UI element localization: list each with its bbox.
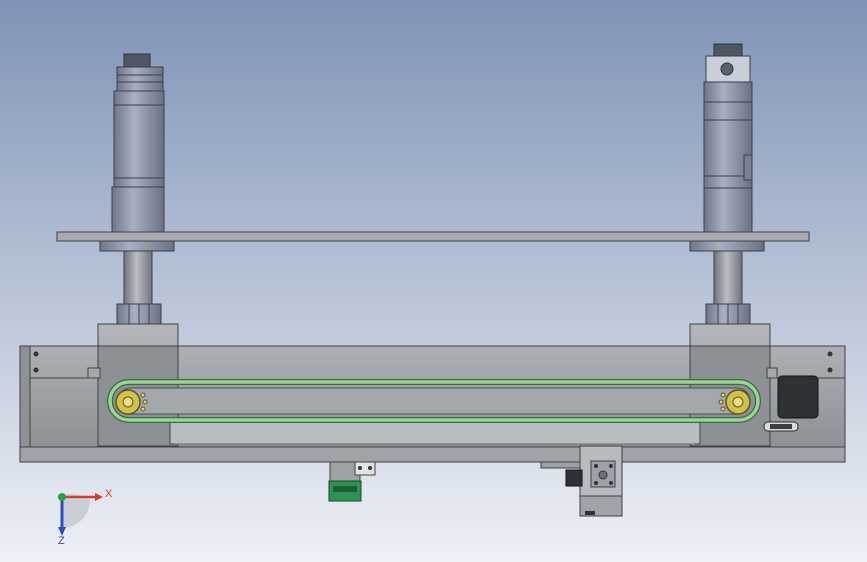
timing-belt[interactable] xyxy=(107,379,761,423)
triad-z-label: Z xyxy=(58,535,65,547)
cad-viewport[interactable]: X Z xyxy=(0,0,867,562)
top-mounting-plate[interactable] xyxy=(56,231,810,242)
triad-x-label: X xyxy=(105,488,113,500)
assembly-drawing[interactable]: X Z xyxy=(0,0,867,562)
triad-y-axis xyxy=(58,493,66,501)
left-motor-top-cap xyxy=(123,53,151,69)
left-motor-shaft xyxy=(123,250,153,307)
side-drive-motor[interactable] xyxy=(777,375,819,419)
right-motor-top-cap xyxy=(713,43,743,57)
right-motor-shaft xyxy=(713,250,743,307)
